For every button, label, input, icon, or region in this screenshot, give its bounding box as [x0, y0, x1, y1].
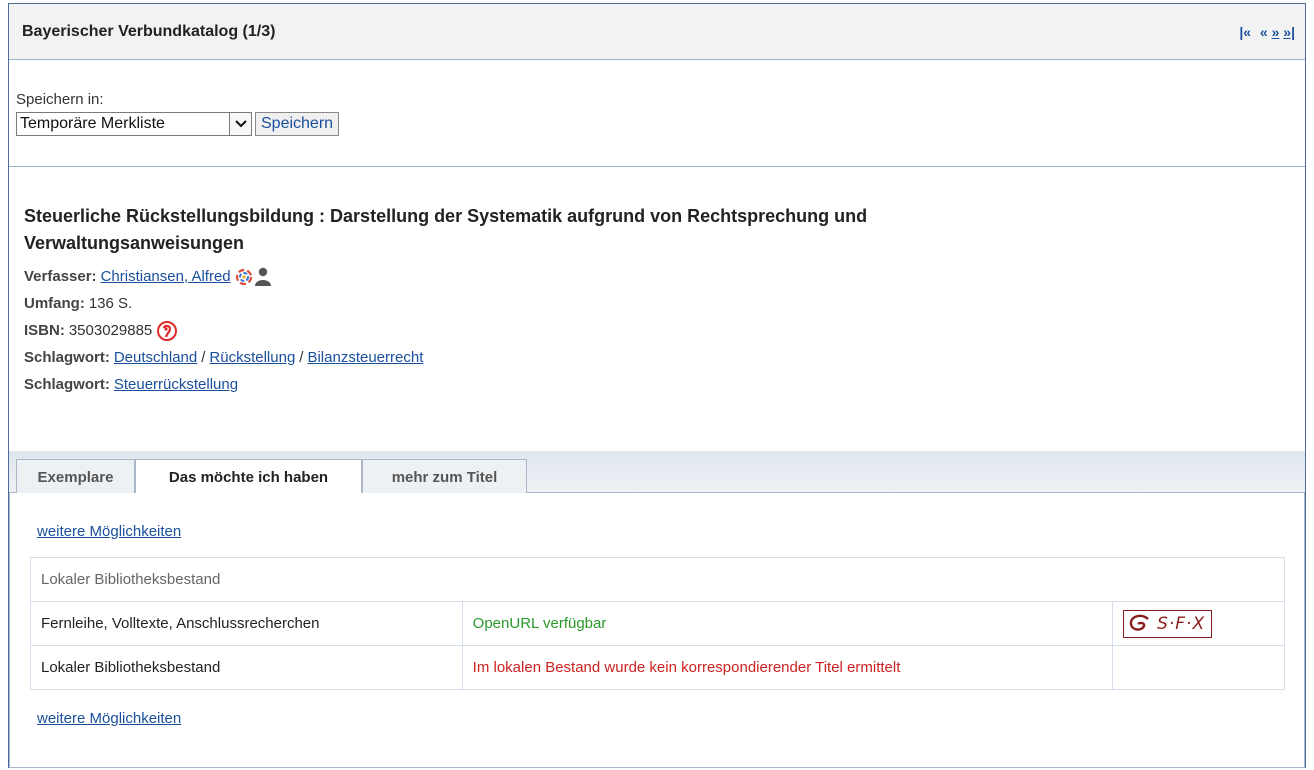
author-field: Verfasser: Christiansen, Alfred: [24, 263, 1305, 290]
holdings-header-cell: Lokaler Bibliotheksbestand: [30, 557, 1285, 602]
author-link[interactable]: Christiansen, Alfred: [101, 263, 231, 290]
save-row: Temporäre Merkliste Speichern: [16, 112, 1305, 136]
tab-exemplare[interactable]: Exemplare: [16, 459, 135, 494]
subject-separator: /: [299, 349, 304, 366]
row-service: [1112, 645, 1285, 690]
extent-label: Umfang:: [24, 295, 85, 312]
row-label: Lokaler Bibliotheksbestand: [30, 645, 463, 690]
holdings-table: Lokaler Bibliotheksbestand Fernleihe, Vo…: [30, 557, 1285, 690]
tab-bar: Exemplare Das möchte ich haben mehr zum …: [9, 451, 1305, 494]
isbn-label: ISBN:: [24, 322, 65, 339]
tabs-container: Exemplare Das möchte ich haben mehr zum …: [9, 451, 1305, 768]
subject-separator: /: [201, 349, 206, 366]
people-network-icon[interactable]: [235, 266, 275, 288]
save-label: Speichern in:: [16, 91, 104, 108]
tab-mehr-zum-titel[interactable]: mehr zum Titel: [362, 459, 527, 494]
panel-header: Bayerischer Verbundkatalog (1/3) |« « » …: [9, 4, 1305, 60]
pager: |« « » »|: [1234, 24, 1295, 40]
author-label: Verfasser:: [24, 268, 97, 285]
catalog-title: Bayerischer Verbundkatalog (1/3): [22, 22, 276, 40]
row-service: S·F·X: [1112, 601, 1285, 646]
table-row: Lokaler Bibliotheksbestand Im lokalen Be…: [30, 645, 1285, 690]
subject-label-1: Schlagwort:: [24, 349, 110, 366]
row-status: Im lokalen Bestand wurde kein korrespond…: [461, 645, 1114, 690]
more-options-link-bottom[interactable]: weitere Möglichkeiten: [37, 710, 181, 727]
save-target-value: Temporäre Merkliste: [20, 115, 165, 132]
save-section: Speichern in: Temporäre Merkliste Speich…: [9, 60, 1305, 167]
subject-field-1: Schlagwort: Deutschland / Rückstellung /…: [24, 344, 1305, 371]
tab-panel: weitere Möglichkeiten Lokaler Bibliothek…: [9, 493, 1305, 768]
tab-das-moechte-ich-haben[interactable]: Das möchte ich haben: [135, 459, 362, 494]
subject-link[interactable]: Deutschland: [114, 344, 197, 371]
catalog-record-panel: Bayerischer Verbundkatalog (1/3) |« « » …: [8, 3, 1306, 768]
extent-field: Umfang: 136 S.: [24, 290, 1305, 317]
isbn-value: 3503029885: [68, 322, 153, 339]
subject-link[interactable]: Bilanzsteuerrecht: [307, 344, 423, 371]
pager-last[interactable]: »|: [1283, 24, 1295, 40]
isbn-link-icon[interactable]: [156, 320, 178, 342]
more-options-link-top[interactable]: weitere Möglichkeiten: [37, 523, 181, 540]
subject-link[interactable]: Rückstellung: [209, 344, 295, 371]
row-label: Fernleihe, Volltexte, Anschlussrecherche…: [30, 601, 463, 646]
table-row: Lokaler Bibliotheksbestand: [30, 557, 1285, 602]
table-row: Fernleihe, Volltexte, Anschlussrecherche…: [30, 601, 1285, 646]
subject-label-2: Schlagwort:: [24, 376, 110, 393]
subject-link[interactable]: Steuerrückstellung: [114, 371, 238, 398]
chevron-down-icon[interactable]: [229, 113, 251, 135]
save-target-select[interactable]: Temporäre Merkliste: [16, 112, 252, 136]
pager-prev[interactable]: «: [1260, 24, 1268, 40]
record-details: Steuerliche Rückstellungsbildung : Darst…: [9, 167, 1305, 398]
sfx-logo-icon[interactable]: S·F·X: [1123, 609, 1213, 638]
isbn-field: ISBN: 3503029885: [24, 317, 1305, 344]
pager-first[interactable]: |«: [1239, 24, 1251, 40]
row-status: OpenURL verfügbar: [461, 601, 1114, 646]
extent-value: 136 S.: [88, 295, 133, 312]
sfx-label: S·F·X: [1157, 613, 1206, 634]
subject-field-2: Schlagwort: Steuerrückstellung: [24, 371, 1305, 398]
record-title: Steuerliche Rückstellungsbildung : Darst…: [24, 206, 868, 253]
save-button[interactable]: Speichern: [255, 112, 340, 136]
pager-next[interactable]: »: [1272, 24, 1280, 40]
